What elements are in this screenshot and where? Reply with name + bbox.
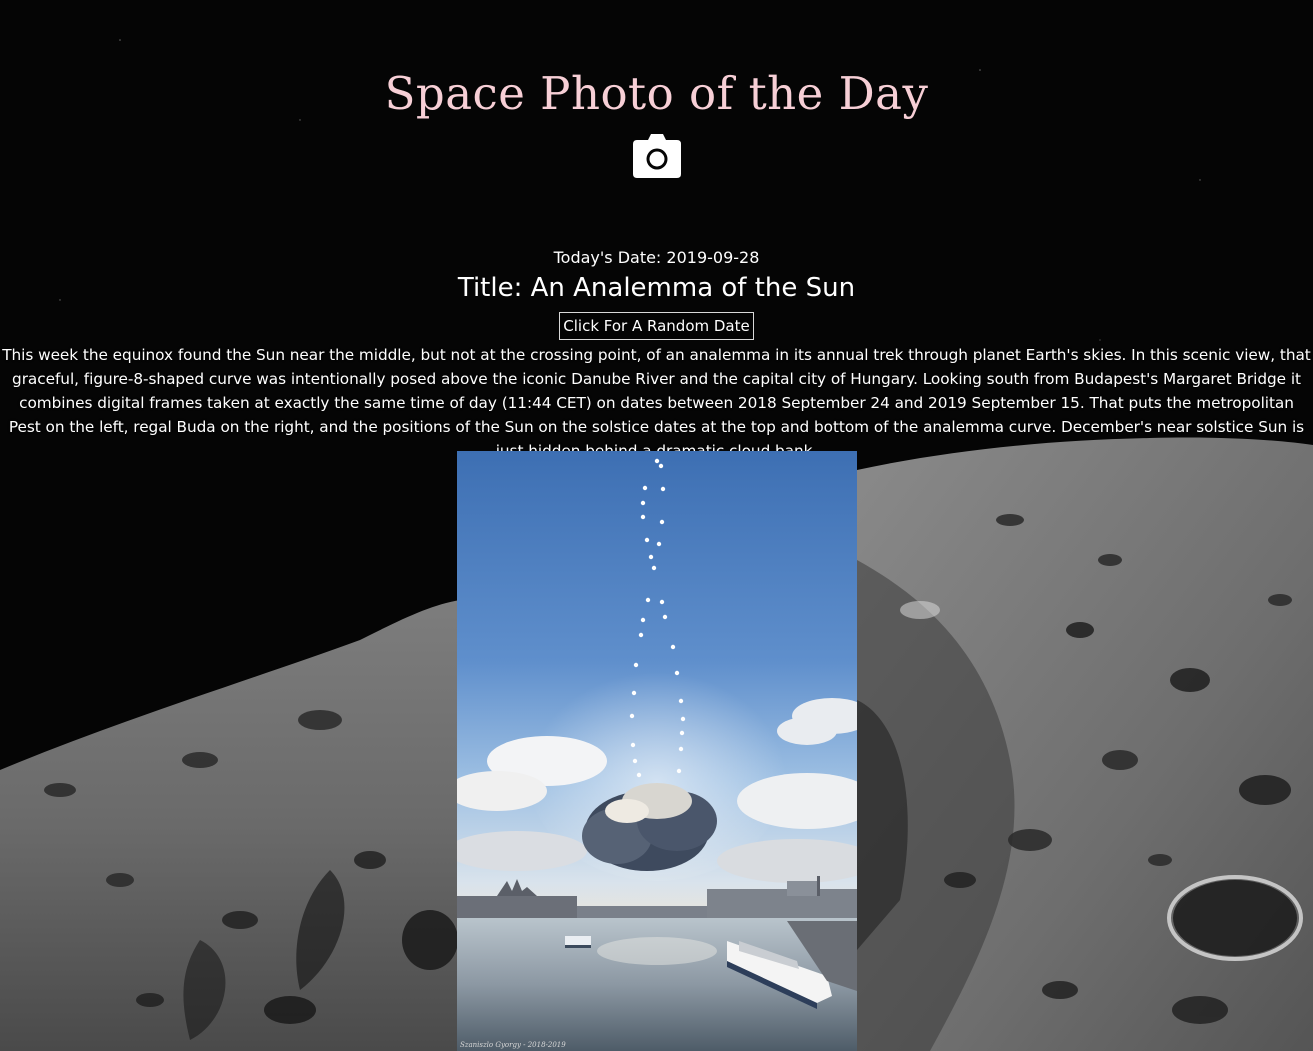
todays-date: Today's Date: 2019-09-28: [553, 248, 760, 267]
random-date-button[interactable]: Click For A Random Date: [559, 312, 754, 340]
main-content: Space Photo of the Day Today's Date: 201…: [0, 0, 1313, 463]
photo-title: Title: An Analemma of the Sun: [457, 273, 856, 303]
apod-image[interactable]: Szaniszlo Gyorgy - 2018-2019: [457, 451, 857, 1051]
photo-credit: Szaniszlo Gyorgy - 2018-2019: [460, 1041, 566, 1049]
page: Space Photo of the Day Today's Date: 201…: [0, 0, 1313, 1051]
photo-explanation: This week the equinox found the Sun near…: [2, 346, 1311, 460]
camera-icon-wrapper: [0, 134, 1313, 178]
camera-icon: [632, 134, 681, 178]
site-title: Space Photo of the Day: [384, 67, 929, 120]
